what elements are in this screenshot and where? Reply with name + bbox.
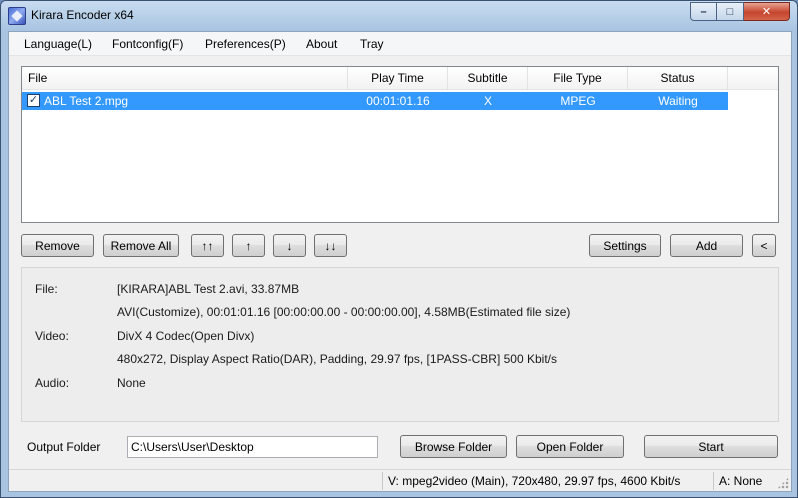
file-list[interactable]: File Play Time Subtitle File Type Status… <box>21 66 779 223</box>
file-play-time: 00:01:01.16 <box>366 94 430 108</box>
info-panel: File: [KIRARA]ABL Test 2.avi, 33.87MB AV… <box>21 267 779 422</box>
info-audio-line1: None <box>117 376 146 390</box>
move-top-button[interactable]: ↑↑ <box>191 234 224 257</box>
status-video: V: mpeg2video (Main), 720x480, 29.97 fps… <box>382 472 712 490</box>
info-video-line1: DivX 4 Codec(Open Divx) <box>117 329 255 343</box>
file-row-checkbox[interactable]: ✓ <box>27 94 40 107</box>
menu-bar: Language(L) Fontconfig(F) Preferences(P)… <box>9 32 791 56</box>
window-controls: – □ ✕ <box>690 2 790 21</box>
collapse-button[interactable]: < <box>752 234 776 257</box>
column-subtitle[interactable]: Subtitle <box>448 67 528 90</box>
info-video-label: Video: <box>35 329 69 343</box>
menu-tray[interactable]: Tray <box>360 37 384 51</box>
info-video-line2: 480x272, Display Aspect Ratio(DAR), Padd… <box>117 352 558 366</box>
output-folder-input[interactable] <box>127 436 378 458</box>
browse-folder-button[interactable]: Browse Folder <box>400 435 507 458</box>
add-button[interactable]: Add <box>670 234 743 257</box>
remove-button[interactable]: Remove <box>21 234 94 257</box>
app-window: Kirara Encoder x64 – □ ✕ Language(L) Fon… <box>0 0 798 498</box>
settings-button[interactable]: Settings <box>589 234 661 257</box>
minimize-icon: – <box>700 5 707 18</box>
file-row[interactable]: ✓ ABL Test 2.mpg 00:01:01.16 X MPEG Wait… <box>22 92 728 110</box>
close-button[interactable]: ✕ <box>744 2 790 21</box>
move-up-button[interactable]: ↑ <box>232 234 265 257</box>
column-status[interactable]: Status <box>628 67 728 90</box>
maximize-icon: □ <box>726 5 734 18</box>
menu-about[interactable]: About <box>306 37 337 51</box>
file-name: ABL Test 2.mpg <box>44 94 129 108</box>
move-bottom-button[interactable]: ↓↓ <box>314 234 347 257</box>
title-bar[interactable]: Kirara Encoder x64 – □ ✕ <box>1 1 797 31</box>
column-play-time[interactable]: Play Time <box>348 67 448 90</box>
client-area: Language(L) Fontconfig(F) Preferences(P)… <box>8 31 792 492</box>
window-title: Kirara Encoder x64 <box>31 8 134 22</box>
app-icon[interactable] <box>8 7 26 25</box>
info-file-line1: [KIRARA]ABL Test 2.avi, 33.87MB <box>117 282 300 296</box>
status-bar: V: mpeg2video (Main), 720x480, 29.97 fps… <box>9 469 791 491</box>
menu-language[interactable]: Language(L) <box>24 37 92 51</box>
menu-fontconfig[interactable]: Fontconfig(F) <box>112 37 183 51</box>
column-file-type[interactable]: File Type <box>528 67 628 90</box>
file-subtitle: X <box>483 94 492 108</box>
file-status: Waiting <box>658 94 698 108</box>
info-file-line2: AVI(Customize), 00:01:01.16 [00:00:00.00… <box>117 305 571 319</box>
menu-preferences[interactable]: Preferences(P) <box>205 37 286 51</box>
column-file[interactable]: File <box>22 67 348 90</box>
maximize-button[interactable]: □ <box>717 2 744 21</box>
file-type: MPEG <box>560 94 596 108</box>
close-icon: ✕ <box>761 6 772 18</box>
move-down-button[interactable]: ↓ <box>273 234 306 257</box>
file-list-header: File Play Time Subtitle File Type Status <box>22 67 778 90</box>
status-audio: A: None <box>713 472 779 490</box>
info-file-label: File: <box>35 282 58 296</box>
checkmark-icon: ✓ <box>28 94 39 106</box>
remove-all-button[interactable]: Remove All <box>103 234 179 257</box>
minimize-button[interactable]: – <box>690 2 717 21</box>
output-folder-label: Output Folder <box>27 440 101 454</box>
open-folder-button[interactable]: Open Folder <box>516 435 624 458</box>
start-button[interactable]: Start <box>644 435 778 458</box>
info-audio-label: Audio: <box>35 376 70 390</box>
